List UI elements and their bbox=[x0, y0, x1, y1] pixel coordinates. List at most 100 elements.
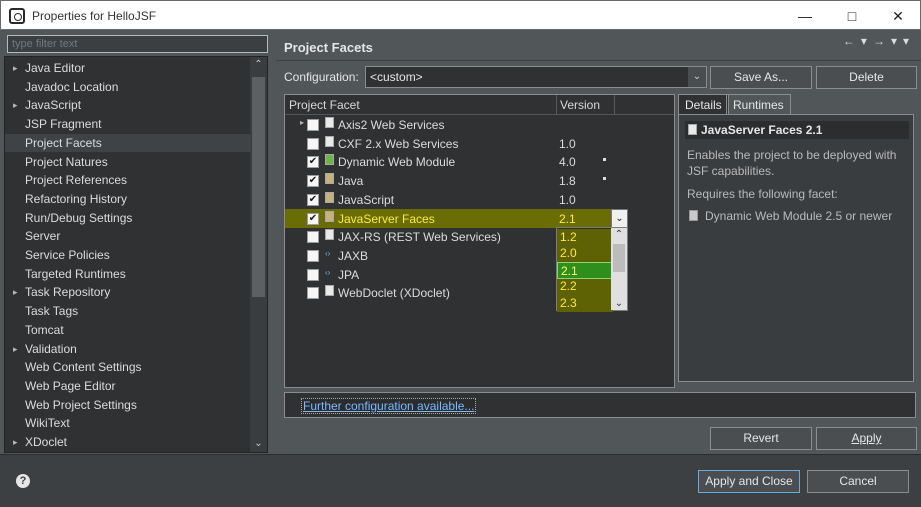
version-option[interactable]: 2.3 bbox=[557, 294, 613, 312]
scroll-up-icon[interactable]: ⌃ bbox=[250, 57, 267, 73]
sidebar-item-label: Project References bbox=[25, 173, 128, 188]
configuration-combo[interactable]: <custom> ⌄ bbox=[365, 66, 707, 88]
sidebar-item[interactable]: JSP Fragment bbox=[5, 115, 251, 134]
chevron-down-icon[interactable]: ⌄ bbox=[688, 67, 706, 87]
scrollbar-thumb[interactable] bbox=[252, 77, 265, 297]
save-as-button[interactable]: Save As... bbox=[710, 66, 812, 89]
sidebar-item[interactable]: ▸ Validation bbox=[5, 340, 251, 359]
close-icon[interactable]: ✕ bbox=[884, 5, 912, 27]
sidebar-item[interactable]: Tomcat bbox=[5, 321, 251, 340]
sidebar-item[interactable]: Javadoc Location bbox=[5, 78, 251, 97]
doc-icon bbox=[325, 285, 334, 297]
sidebar-item-label: Refactoring History bbox=[25, 191, 128, 206]
tab-details[interactable]: Details bbox=[678, 94, 729, 114]
expand-arrow-icon[interactable]: ▸ bbox=[13, 433, 18, 451]
facet-name: Dynamic Web Module bbox=[338, 155, 456, 170]
tab-runtimes[interactable]: Runtimes bbox=[726, 94, 791, 114]
facet-checkbox[interactable] bbox=[307, 287, 319, 300]
sidebar-item[interactable]: ▸ JavaScript bbox=[5, 96, 251, 115]
column-header-version[interactable]: Version bbox=[560, 98, 600, 112]
sidebar-item[interactable]: Server bbox=[5, 227, 251, 246]
apply-button[interactable]: Apply bbox=[816, 427, 917, 450]
version-option[interactable]: 2.0 bbox=[557, 245, 613, 263]
minimize-icon[interactable]: — bbox=[791, 5, 819, 27]
facet-name: CXF 2.x Web Services bbox=[338, 136, 459, 151]
sidebar-item[interactable]: WikiText bbox=[5, 414, 251, 433]
version-list-scrollbar[interactable]: ⌃ ⌄ bbox=[611, 228, 627, 310]
facet-version[interactable]: 4.0 bbox=[559, 155, 576, 169]
maximize-icon[interactable]: □ bbox=[838, 5, 866, 27]
facet-checkbox[interactable]: ✔ bbox=[307, 175, 319, 188]
sidebar-item[interactable]: Task Tags bbox=[5, 302, 251, 321]
facet-checkbox[interactable]: ✔ bbox=[307, 193, 319, 206]
filter-input[interactable]: type filter text bbox=[7, 35, 268, 53]
version-dropdown-button[interactable]: ⌄ bbox=[611, 209, 628, 228]
sidebar-item[interactable]: Targeted Runtimes bbox=[5, 265, 251, 284]
sidebar-item[interactable]: Web Project Settings bbox=[5, 396, 251, 415]
facet-row[interactable]: ▸ Axis2 Web Services bbox=[285, 115, 674, 134]
sidebar-item[interactable]: Project Facets bbox=[5, 133, 251, 153]
tree-scrollbar[interactable]: ⌃ ⌄ bbox=[250, 57, 267, 452]
version-option[interactable]: 1.2 bbox=[557, 229, 613, 246]
expand-arrow-icon[interactable]: ▸ bbox=[13, 59, 18, 77]
scroll-down-icon[interactable]: ⌄ bbox=[611, 298, 627, 309]
revert-button[interactable]: Revert bbox=[710, 427, 812, 450]
facet-version[interactable]: 2.1 bbox=[559, 212, 576, 226]
forward-arrow-icon[interactable]: → bbox=[873, 34, 891, 48]
delete-button[interactable]: Delete bbox=[816, 66, 917, 89]
view-menu-icon[interactable]: ▾ bbox=[903, 34, 915, 48]
back-dropdown-icon[interactable]: ▾ bbox=[861, 34, 873, 48]
scroll-down-icon[interactable]: ⌄ bbox=[250, 436, 267, 452]
back-arrow-icon[interactable]: ← bbox=[843, 34, 861, 48]
sidebar-item[interactable]: Project Natures bbox=[5, 153, 251, 172]
facet-version[interactable]: 1.0 bbox=[559, 137, 576, 151]
sidebar-item[interactable]: Web Page Editor bbox=[5, 377, 251, 396]
sidebar-item[interactable]: ▸ Java Editor bbox=[5, 59, 251, 78]
sidebar-item-label: Validation bbox=[25, 341, 77, 356]
sidebar-item-label: JSP Fragment bbox=[25, 117, 102, 132]
facet-row[interactable]: ✔ JavaServer Faces 2.1 bbox=[285, 208, 611, 228]
apply-and-close-button[interactable]: Apply and Close bbox=[698, 470, 800, 493]
column-header-facet[interactable]: Project Facet bbox=[289, 98, 360, 112]
facet-checkbox[interactable] bbox=[307, 119, 319, 131]
version-option[interactable]: 2.1 bbox=[557, 261, 613, 279]
facet-version[interactable]: 1.8 bbox=[559, 174, 576, 188]
expand-arrow-icon[interactable]: ▸ bbox=[13, 96, 18, 114]
xml-icon: ‹› bbox=[325, 248, 331, 258]
facet-row[interactable]: CXF 2.x Web Services 1.0 bbox=[285, 134, 674, 153]
sidebar-item-label: Java Editor bbox=[25, 61, 86, 75]
sidebar-item[interactable]: Service Policies bbox=[5, 246, 251, 265]
sidebar-item[interactable]: ▸ XDoclet bbox=[5, 433, 251, 452]
further-configuration-bar: Further configuration available... bbox=[284, 392, 916, 418]
facet-checkbox[interactable]: ✔ bbox=[307, 156, 319, 169]
facet-checkbox[interactable] bbox=[307, 231, 319, 244]
xml-icon: ‹› bbox=[325, 267, 331, 277]
javascript-icon bbox=[325, 191, 334, 203]
sidebar-item-label: Targeted Runtimes bbox=[25, 266, 126, 281]
requirement-text: Dynamic Web Module 2.5 or newer bbox=[705, 209, 893, 223]
facet-checkbox[interactable] bbox=[307, 249, 319, 262]
further-configuration-link[interactable]: Further configuration available... bbox=[300, 398, 477, 414]
facet-checkbox[interactable]: ✔ bbox=[307, 212, 319, 225]
facet-row[interactable]: ✔ Dynamic Web Module 4.0 bbox=[285, 152, 674, 171]
facet-version[interactable]: 1.0 bbox=[559, 193, 576, 207]
sidebar-item[interactable]: Run/Debug Settings bbox=[5, 209, 251, 228]
sidebar-item[interactable]: Refactoring History bbox=[5, 190, 251, 209]
sidebar-item[interactable]: ▸ Task Repository bbox=[5, 283, 251, 302]
forward-dropdown-icon[interactable]: ▾ bbox=[891, 34, 903, 48]
expand-arrow-icon[interactable]: ▸ bbox=[13, 283, 18, 301]
facet-row[interactable]: ✔ JavaScript 1.0 bbox=[285, 190, 674, 209]
sidebar-item[interactable]: Web Content Settings bbox=[5, 358, 251, 377]
version-option[interactable]: 2.2 bbox=[557, 278, 613, 296]
cancel-button[interactable]: Cancel bbox=[807, 470, 909, 493]
facet-checkbox[interactable] bbox=[307, 137, 319, 150]
expand-arrow-icon[interactable]: ▸ bbox=[13, 340, 18, 358]
facet-row[interactable]: ✔ Java 1.8 bbox=[285, 171, 674, 190]
help-icon[interactable]: ? bbox=[16, 474, 30, 488]
sidebar-item[interactable]: Project References bbox=[5, 171, 251, 190]
version-dropdown-list[interactable]: 2.3 2.2 2.1 2.0 1.2 ⌃ ⌄ bbox=[556, 227, 628, 312]
scrollbar-thumb[interactable] bbox=[613, 244, 625, 272]
expand-arrow-icon[interactable]: ▸ bbox=[300, 118, 304, 127]
scroll-up-icon[interactable]: ⌃ bbox=[611, 229, 627, 240]
facet-checkbox[interactable] bbox=[307, 268, 319, 281]
